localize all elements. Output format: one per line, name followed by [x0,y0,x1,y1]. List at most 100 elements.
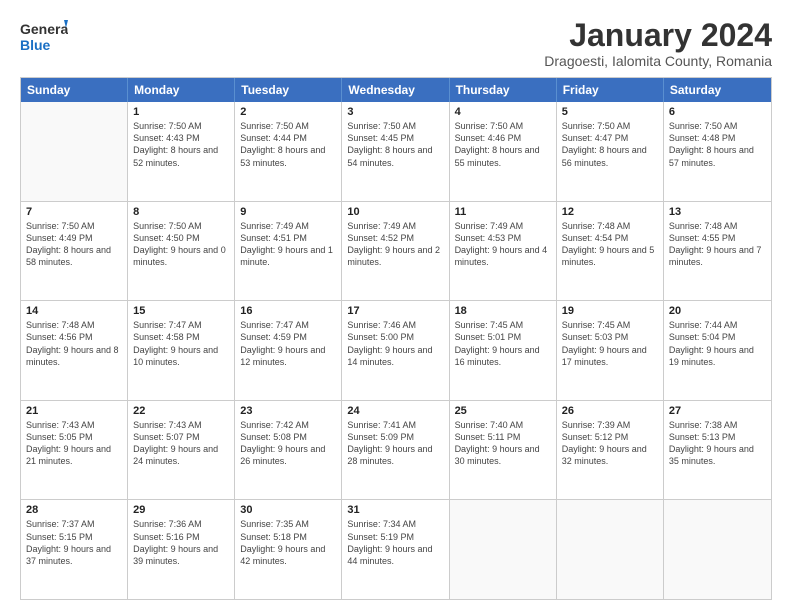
day-number: 3 [347,106,443,118]
day-cell-11: 11 Sunrise: 7:49 AMSunset: 4:53 PMDayligh… [450,202,557,301]
main-title: January 2024 [544,18,772,53]
day-cell-4: 4 Sunrise: 7:50 AMSunset: 4:46 PMDaylight… [450,102,557,201]
day-number: 30 [240,504,336,516]
day-info: Sunrise: 7:39 AMSunset: 5:12 PMDaylight:… [562,419,658,468]
week-1: 1Sunrise: 7:50 AMSunset: 4:43 PMDaylight… [21,102,771,202]
subtitle: Dragoesti, Ialomita County, Romania [544,53,772,69]
day-number: 29 [133,504,229,516]
header-day-monday: Monday [128,78,235,102]
day-cell-17: 17 Sunrise: 7:46 AMSunset: 5:00 PMDayligh… [342,301,449,400]
day-info: Sunrise: 7:49 AMSunset: 4:53 PMDaylight:… [455,220,551,269]
header: General Blue January 2024 Dragoesti, Ial… [20,18,772,69]
day-cell-25: 25 Sunrise: 7:40 AMSunset: 5:11 PMDayligh… [450,401,557,500]
day-info: Sunrise: 7:45 AMSunset: 5:03 PMDaylight:… [562,319,658,368]
day-cell-9: 9 Sunrise: 7:49 AMSunset: 4:51 PMDaylight… [235,202,342,301]
week-4: 21 Sunrise: 7:43 AMSunset: 5:05 PMDayligh… [21,401,771,501]
header-day-tuesday: Tuesday [235,78,342,102]
header-day-saturday: Saturday [664,78,771,102]
day-cell-21: 21 Sunrise: 7:43 AMSunset: 5:05 PMDayligh… [21,401,128,500]
day-cell-12: 12 Sunrise: 7:48 AMSunset: 4:54 PMDayligh… [557,202,664,301]
day-number: 20 [669,305,766,317]
day-cell-15: 15Sunrise: 7:47 AMSunset: 4:58 PMDayligh… [128,301,235,400]
day-cell-18: 18Sunrise: 7:45 AMSunset: 5:01 PMDayligh… [450,301,557,400]
day-cell-23: 23 Sunrise: 7:42 AMSunset: 5:08 PMDayligh… [235,401,342,500]
day-number: 24 [347,405,443,417]
day-info: Sunrise: 7:48 AMSunset: 4:56 PMDaylight:… [26,319,122,368]
day-info: Sunrise: 7:41 AMSunset: 5:09 PMDaylight:… [347,419,443,468]
day-cell-13: 13Sunrise: 7:48 AMSunset: 4:55 PMDayligh… [664,202,771,301]
day-number: 2 [240,106,336,118]
header-day-sunday: Sunday [21,78,128,102]
day-cell-28: 28 Sunrise: 7:37 AMSunset: 5:15 PMDayligh… [21,500,128,599]
day-number: 31 [347,504,443,516]
week-2: 7Sunrise: 7:50 AMSunset: 4:49 PMDaylight… [21,202,771,302]
day-number: 11 [455,206,551,218]
day-info: Sunrise: 7:50 AMSunset: 4:44 PMDaylight:… [240,120,336,169]
day-info: Sunrise: 7:50 AMSunset: 4:45 PMDaylight:… [347,120,443,169]
svg-text:General: General [20,21,68,37]
day-number: 5 [562,106,658,118]
day-number: 28 [26,504,122,516]
day-info: Sunrise: 7:48 AMSunset: 4:54 PMDaylight:… [562,220,658,269]
day-cell-empty [21,102,128,201]
day-number: 23 [240,405,336,417]
day-cell-14: 14Sunrise: 7:48 AMSunset: 4:56 PMDayligh… [21,301,128,400]
day-cell-29: 29 Sunrise: 7:36 AMSunset: 5:16 PMDayligh… [128,500,235,599]
day-number: 6 [669,106,766,118]
day-cell-16: 16Sunrise: 7:47 AMSunset: 4:59 PMDayligh… [235,301,342,400]
day-number: 4 [455,106,551,118]
day-number: 17 [347,305,443,317]
day-cell-24: 24 Sunrise: 7:41 AMSunset: 5:09 PMDayligh… [342,401,449,500]
calendar-body: 1Sunrise: 7:50 AMSunset: 4:43 PMDaylight… [21,102,771,599]
day-info: Sunrise: 7:50 AMSunset: 4:48 PMDaylight:… [669,120,766,169]
day-number: 12 [562,206,658,218]
day-info: Sunrise: 7:43 AMSunset: 5:05 PMDaylight:… [26,419,122,468]
week-5: 28 Sunrise: 7:37 AMSunset: 5:15 PMDayligh… [21,500,771,599]
day-number: 19 [562,305,658,317]
day-cell-3: 3 Sunrise: 7:50 AMSunset: 4:45 PMDaylight… [342,102,449,201]
day-cell-19: 19 Sunrise: 7:45 AMSunset: 5:03 PMDayligh… [557,301,664,400]
logo: General Blue [20,18,68,56]
day-number: 25 [455,405,551,417]
day-number: 13 [669,206,766,218]
calendar: SundayMondayTuesdayWednesdayThursdayFrid… [20,77,772,600]
day-info: Sunrise: 7:42 AMSunset: 5:08 PMDaylight:… [240,419,336,468]
day-info: Sunrise: 7:49 AMSunset: 4:51 PMDaylight:… [240,220,336,269]
day-number: 26 [562,405,658,417]
day-info: Sunrise: 7:50 AMSunset: 4:43 PMDaylight:… [133,120,229,169]
day-info: Sunrise: 7:50 AMSunset: 4:47 PMDaylight:… [562,120,658,169]
day-number: 18 [455,305,551,317]
header-day-wednesday: Wednesday [342,78,449,102]
day-info: Sunrise: 7:36 AMSunset: 5:16 PMDaylight:… [133,518,229,567]
day-cell-2: 2 Sunrise: 7:50 AMSunset: 4:44 PMDaylight… [235,102,342,201]
week-3: 14Sunrise: 7:48 AMSunset: 4:56 PMDayligh… [21,301,771,401]
svg-text:Blue: Blue [20,37,51,53]
logo-svg: General Blue [20,18,68,56]
day-cell-empty [664,500,771,599]
day-info: Sunrise: 7:37 AMSunset: 5:15 PMDaylight:… [26,518,122,567]
day-number: 8 [133,206,229,218]
day-cell-6: 6 Sunrise: 7:50 AMSunset: 4:48 PMDaylight… [664,102,771,201]
day-info: Sunrise: 7:46 AMSunset: 5:00 PMDaylight:… [347,319,443,368]
day-cell-20: 20 Sunrise: 7:44 AMSunset: 5:04 PMDayligh… [664,301,771,400]
day-info: Sunrise: 7:38 AMSunset: 5:13 PMDaylight:… [669,419,766,468]
day-number: 21 [26,405,122,417]
day-cell-27: 27Sunrise: 7:38 AMSunset: 5:13 PMDayligh… [664,401,771,500]
day-number: 9 [240,206,336,218]
header-day-thursday: Thursday [450,78,557,102]
day-info: Sunrise: 7:50 AMSunset: 4:49 PMDaylight:… [26,220,122,269]
day-cell-7: 7Sunrise: 7:50 AMSunset: 4:49 PMDaylight… [21,202,128,301]
day-cell-5: 5 Sunrise: 7:50 AMSunset: 4:47 PMDaylight… [557,102,664,201]
day-cell-30: 30Sunrise: 7:35 AMSunset: 5:18 PMDayligh… [235,500,342,599]
day-info: Sunrise: 7:34 AMSunset: 5:19 PMDaylight:… [347,518,443,567]
page: General Blue January 2024 Dragoesti, Ial… [0,0,792,612]
day-info: Sunrise: 7:47 AMSunset: 4:59 PMDaylight:… [240,319,336,368]
day-info: Sunrise: 7:44 AMSunset: 5:04 PMDaylight:… [669,319,766,368]
day-cell-10: 10Sunrise: 7:49 AMSunset: 4:52 PMDayligh… [342,202,449,301]
day-cell-1: 1Sunrise: 7:50 AMSunset: 4:43 PMDaylight… [128,102,235,201]
day-info: Sunrise: 7:40 AMSunset: 5:11 PMDaylight:… [455,419,551,468]
calendar-header-row: SundayMondayTuesdayWednesdayThursdayFrid… [21,78,771,102]
header-day-friday: Friday [557,78,664,102]
day-info: Sunrise: 7:50 AMSunset: 4:46 PMDaylight:… [455,120,551,169]
day-info: Sunrise: 7:49 AMSunset: 4:52 PMDaylight:… [347,220,443,269]
